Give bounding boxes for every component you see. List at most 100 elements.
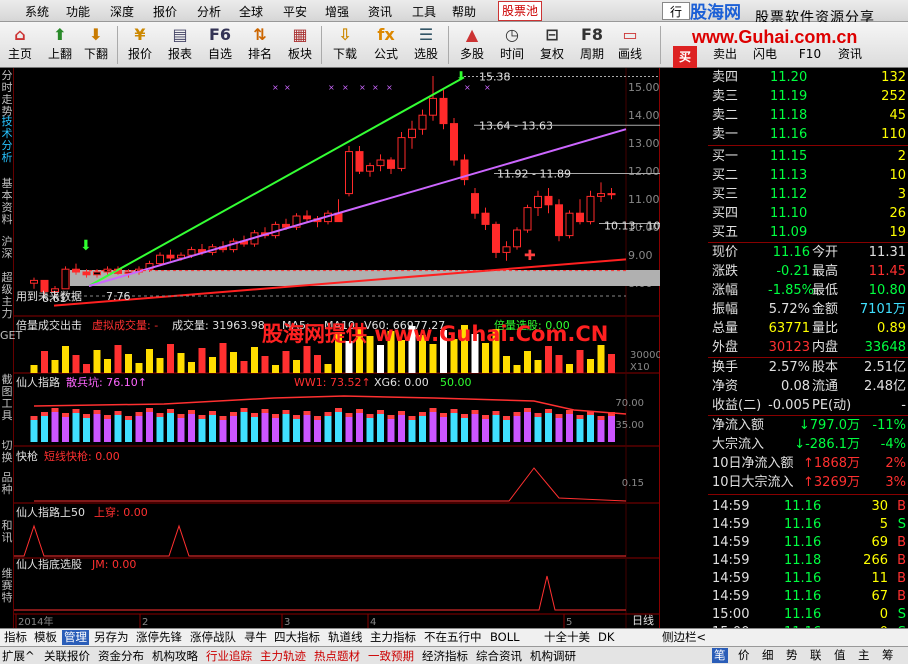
status-item-3[interactable]: 资金分布 [98, 649, 144, 663]
status-item-1[interactable]: 扩展^ [2, 649, 35, 663]
panel5-line [14, 575, 626, 611]
indicator-tab-11[interactable]: 不在五行中 [422, 630, 484, 645]
quote-tab-2[interactable]: 价 [736, 648, 752, 663]
menu-2[interactable]: 功能 [66, 3, 90, 20]
ask-row[interactable]: 卖二 11.18 45 [708, 106, 908, 125]
tab-quote-window[interactable]: 行 [662, 2, 690, 20]
indicator-tab-12[interactable]: BOLL [488, 630, 522, 645]
menu-1[interactable]: 系统 [25, 3, 49, 20]
leftnav-item-11[interactable]: 维赛特 [0, 568, 14, 604]
ask-row[interactable]: 卖一 11.16 110 [708, 125, 908, 144]
status-item-10[interactable]: 综合资讯 [476, 649, 522, 663]
panel3-title: 快枪 [16, 449, 38, 463]
indicator-tab-3[interactable]: 管理 [62, 630, 89, 645]
indicator-tab-14[interactable]: DK [596, 630, 616, 645]
ask-row[interactable]: 卖三 11.19 252 [708, 87, 908, 106]
toolbar-button-1[interactable]: ⌂ 主页 [0, 24, 40, 66]
status-item-9[interactable]: 经济指标 [422, 649, 468, 663]
quote-tab-5[interactable]: 联 [808, 648, 824, 663]
chart-area[interactable]: 15.0014.0013.0012.0011.0010.009.008.0015… [14, 68, 664, 628]
indicator-tab-6[interactable]: 涨停战队 [188, 630, 238, 645]
indicator-bar [114, 415, 122, 442]
indicator-tab-10[interactable]: 主力指标 [368, 630, 418, 645]
menu-4[interactable]: 报价 [153, 3, 177, 20]
volume-bar [555, 355, 563, 373]
leftnav-item-7[interactable]: 截图工具 [0, 374, 14, 422]
leftnav-item-3[interactable]: 基本资料 [0, 178, 14, 226]
menu-6[interactable]: 全球 [239, 3, 263, 20]
leftnav-item-2[interactable]: 技术分析 [0, 116, 14, 164]
toolbar-button-8[interactable]: ▦ 板块 [280, 24, 320, 66]
toolbar-button-13[interactable]: ◷ 时间 [492, 24, 532, 66]
toolbar-button-21[interactable]: 资讯 [830, 46, 870, 68]
x-axis-label: 5 [566, 617, 572, 628]
status-item-5[interactable]: 行业追踪 [206, 649, 252, 663]
quote-tab-4[interactable]: 势 [784, 648, 800, 663]
menu-7[interactable]: 平安 [283, 3, 307, 20]
toolbar-button-2[interactable]: ⬆ 上翻 [40, 24, 80, 66]
fin-label: 收益(二) [712, 398, 762, 413]
status-item-2[interactable]: 关联报价 [44, 649, 90, 663]
toolbar-button-18[interactable]: 卖出 [705, 46, 745, 68]
toolbar-button-11[interactable]: ☰ 选股 [406, 24, 446, 66]
leftnav-item-6[interactable]: GET [0, 330, 22, 342]
bid-row[interactable]: 买四 11.10 26 [708, 204, 908, 223]
menu-stock-pool[interactable]: 股票池 [498, 1, 543, 21]
indicator-tab-7[interactable]: 寻牛 [242, 630, 269, 645]
toolbar-button-6[interactable]: F6 自选 [200, 24, 240, 66]
price-label: 11.92 - 11.89 [497, 167, 571, 180]
status-item-6[interactable]: 主力轨迹 [260, 649, 306, 663]
status-item-8[interactable]: 一致预期 [368, 649, 414, 663]
menu-3[interactable]: 深度 [110, 3, 134, 20]
indicator-tab-13[interactable]: 十全十美 [542, 630, 592, 645]
quote-tab-6[interactable]: 值 [832, 648, 848, 663]
toolbar-button-19[interactable]: 闪电 [745, 46, 785, 68]
leftnav-item-4[interactable]: 沪深 [0, 236, 14, 260]
leftnav-item-1[interactable]: 分时走势 [0, 70, 14, 118]
toolbar-button-3[interactable]: ⬇ 下翻 [76, 24, 116, 66]
quote-tab-1[interactable]: 笔 [712, 648, 728, 663]
toolbar-button-15[interactable]: F8 周期 [572, 24, 612, 66]
indicator-tab-2[interactable]: 模板 [32, 630, 59, 645]
indicator-tab-5[interactable]: 涨停先锋 [134, 630, 184, 645]
toolbar-button-17[interactable]: 买买入 [665, 46, 705, 83]
quote-tab-8[interactable]: 筹 [880, 648, 896, 663]
bid-row[interactable]: 买二 11.13 10 [708, 166, 908, 185]
toolbar-button-7[interactable]: ⇅ 排名 [240, 24, 280, 66]
bid-row[interactable]: 买五 11.09 19 [708, 223, 908, 242]
leftnav-item-5[interactable]: 超级主力 [0, 272, 14, 320]
volume-bar [597, 345, 605, 373]
toolbar-button-12[interactable]: ▲ 多股 [452, 24, 492, 66]
leftnav-item-9[interactable]: 品种 [0, 472, 14, 496]
indicator-tab-1[interactable]: 指标 [2, 630, 29, 645]
leftnav-item-8[interactable]: 切换 [0, 440, 14, 464]
quote-tab-7[interactable]: 主 [856, 648, 872, 663]
toolbar-button-10[interactable]: fx 公式 [366, 24, 406, 66]
leftnav-item-10[interactable]: 和讯 [0, 520, 14, 544]
status-item-11[interactable]: 机构调研 [530, 649, 576, 663]
indicator-tab-9[interactable]: 轨道线 [326, 630, 365, 645]
toolbar-button-5[interactable]: ▤ 报表 [160, 24, 200, 66]
quote-tab-3[interactable]: 细 [760, 648, 776, 663]
indicator-tab-4[interactable]: 另存为 [92, 630, 131, 645]
chart-canvas[interactable]: 15.0014.0013.0012.0011.0010.009.008.0015… [14, 68, 664, 628]
menu-10[interactable]: 工具 [412, 3, 436, 20]
ask-row[interactable]: 卖四 11.20 132 [708, 68, 908, 87]
menu-9[interactable]: 资讯 [368, 3, 392, 20]
indicator-tab-8[interactable]: 四大指标 [272, 630, 322, 645]
toolbar-button-16[interactable]: ▭ 画线 [610, 24, 650, 66]
status-item-7[interactable]: 热点题材 [314, 649, 360, 663]
sidebar-toggle[interactable]: 侧边栏< [660, 630, 708, 645]
toolbar-button-4[interactable]: ¥ 报价 [120, 24, 160, 66]
menu-5[interactable]: 分析 [197, 3, 221, 20]
bid-row[interactable]: 买三 11.12 3 [708, 185, 908, 204]
bid-row[interactable]: 买一 11.15 2 [708, 147, 908, 166]
toolbar-button-14[interactable]: ⊟ 复权 [532, 24, 572, 66]
status-item-4[interactable]: 机构攻略 [152, 649, 198, 663]
menu-8[interactable]: 增强 [325, 3, 349, 20]
toolbar-button-9[interactable]: ⇩ 下载 [325, 24, 365, 66]
fin-label: 换手 [712, 360, 739, 375]
menu-11[interactable]: 帮助 [452, 3, 476, 20]
tick-time: 14:59 [712, 517, 750, 532]
toolbar-button-20[interactable]: F10 [790, 46, 830, 68]
